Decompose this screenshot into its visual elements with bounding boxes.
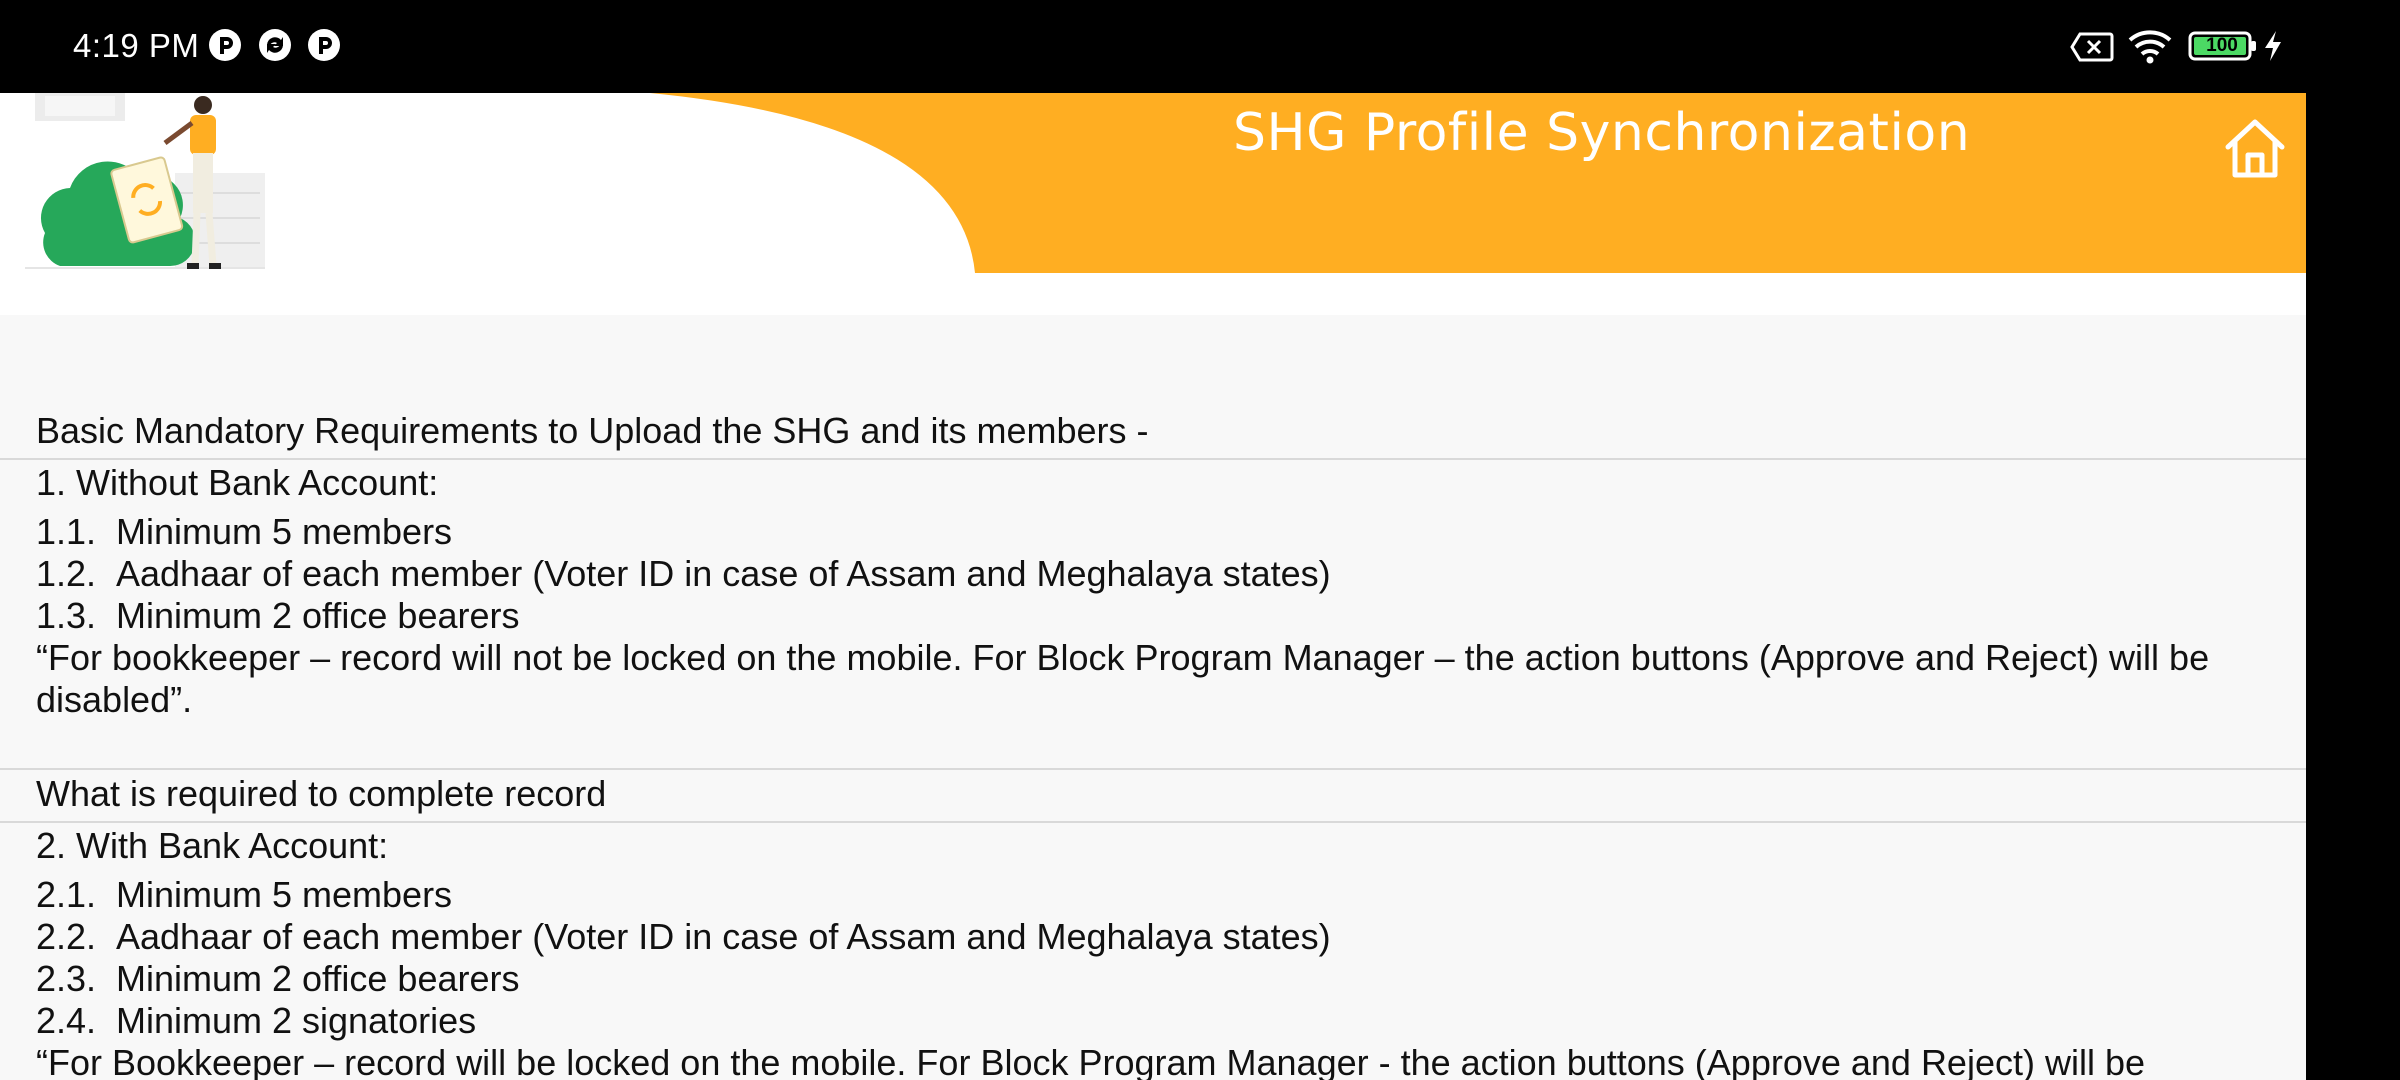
list-item-number: 1.1. xyxy=(36,511,97,552)
notification-icon-1 xyxy=(209,29,241,61)
page-title: SHG Profile Synchronization xyxy=(1233,103,1971,163)
list-item-text: Aadhaar of each member (Voter ID in case… xyxy=(116,553,1331,594)
list-item: 1.1. Minimum 5 members xyxy=(36,511,452,553)
sim-off-icon xyxy=(2070,32,2114,62)
sync-illustration xyxy=(25,93,265,269)
home-button[interactable] xyxy=(2220,113,2290,183)
battery-level: 100 xyxy=(2206,35,2238,56)
list-item-text: Minimum 2 signatories xyxy=(116,1000,477,1041)
status-time: 4:19 PM xyxy=(73,27,200,64)
status-bar: 4:19 PM 100 xyxy=(0,0,2400,93)
list-item: 2.1. Minimum 5 members xyxy=(36,874,452,916)
list-item-number: 2.3. xyxy=(36,958,97,999)
sync-notification-icon xyxy=(259,29,291,61)
required-heading: What is required to complete record xyxy=(36,773,607,814)
list-item: 2.2. Aadhaar of each member (Voter ID in … xyxy=(36,916,1331,958)
header: SHG Profile Synchronization xyxy=(0,93,2306,315)
list-item-text: Minimum 2 office bearers xyxy=(116,958,520,999)
intro-text: Basic Mandatory Requirements to Upload t… xyxy=(36,410,1149,451)
section1-note: “For bookkeeper – record will not be loc… xyxy=(36,637,2210,720)
section2-heading: 2. With Bank Account: xyxy=(36,825,389,866)
app-window: SHG Profile Synchronization Basic Mandat… xyxy=(0,93,2306,1080)
list-item-text: Minimum 5 members xyxy=(116,511,453,552)
section1-heading: 1. Without Bank Account: xyxy=(36,462,439,503)
list-item-text: Minimum 2 office bearers xyxy=(116,595,520,636)
list-item-number: 2.4. xyxy=(36,1000,97,1041)
list-item: 1.2. Aadhaar of each member (Voter ID in … xyxy=(36,553,1331,595)
home-icon xyxy=(2225,119,2285,178)
list-item-number: 1.3. xyxy=(36,595,97,636)
list-item-number: 1.2. xyxy=(36,553,97,594)
charging-icon xyxy=(2265,31,2281,61)
notification-icon-2 xyxy=(308,29,340,61)
divider xyxy=(0,768,2306,770)
list-item: 2.3. Minimum 2 office bearers xyxy=(36,958,520,1000)
section2-note: “For Bookkeeper – record will be locked … xyxy=(36,1042,2146,1080)
divider xyxy=(0,821,2306,823)
wifi-icon xyxy=(2128,30,2172,64)
list-item-text: Minimum 5 members xyxy=(116,874,453,915)
list-item: 2.4. Minimum 2 signatories xyxy=(36,1000,476,1042)
list-item-number: 2.2. xyxy=(36,916,97,957)
list-item-text: Aadhaar of each member (Voter ID in case… xyxy=(116,916,1331,957)
list-item-number: 2.1. xyxy=(36,874,97,915)
divider xyxy=(0,458,2306,460)
list-item: 1.3. Minimum 2 office bearers xyxy=(36,595,520,637)
